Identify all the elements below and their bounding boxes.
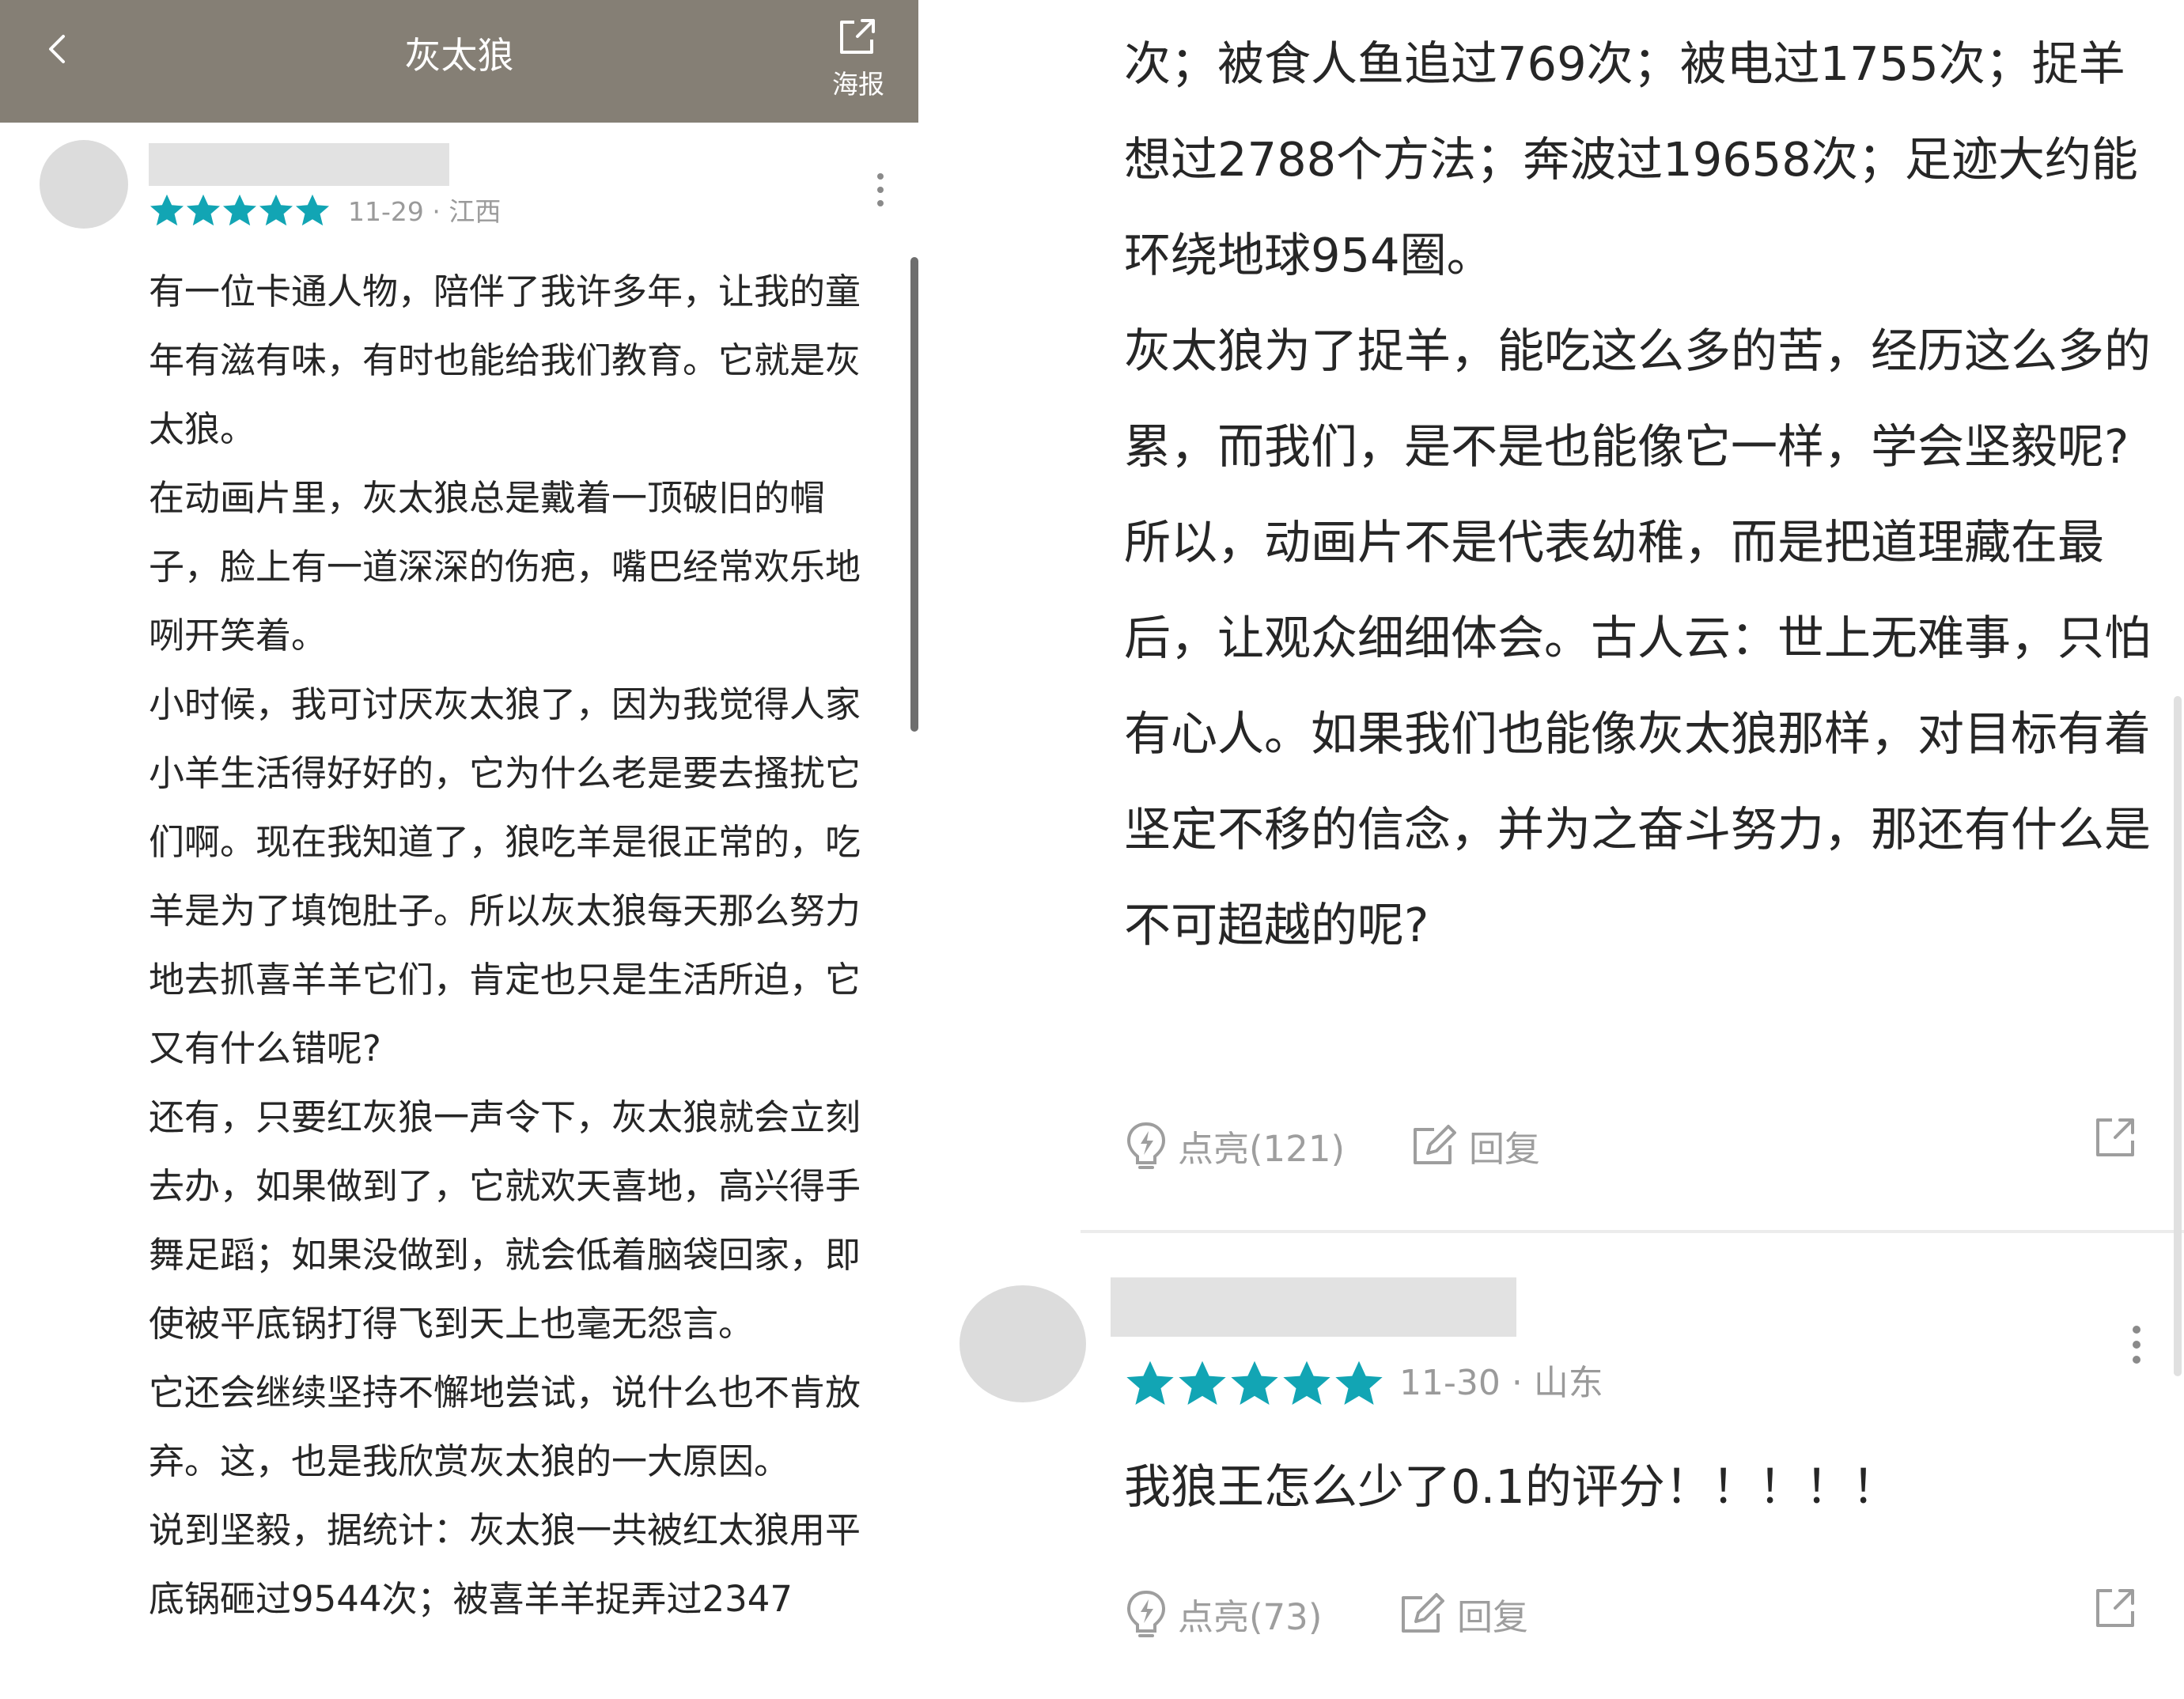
comment-divider: [1081, 1230, 2184, 1233]
like-button[interactable]: 点亮(73): [1124, 1582, 1322, 1645]
username-placeholder[interactable]: [149, 143, 449, 186]
reply-label: 回复: [1469, 1127, 1541, 1170]
rating-stars: [149, 193, 331, 228]
right-panel: 次；被食人鱼追过769次；被电过1755次；捉羊想过2788个方法；奔波过196…: [942, 0, 2184, 1699]
lightbulb-icon: [1126, 1590, 1166, 1637]
review-paragraph: 说到坚毅，据统计：灰太狼一共被红太狼用平底锅砸过9544次；被喜羊羊捉弄过234…: [149, 1509, 861, 1620]
star-icon: [1179, 1360, 1226, 1405]
left-panel: 灰太狼 海报 11-29 · 江西 有一位卡通人物，陪伴了我许多年，让我的童年有…: [0, 0, 918, 1699]
scrollbar-thumb[interactable]: [910, 257, 918, 732]
page-title: 灰太狼: [404, 34, 514, 77]
like-count: 点亮(73): [1178, 1595, 1323, 1638]
review-paragraph: 有一位卡通人物，陪伴了我许多年，让我的童年有滋有味，有时也能给我们教育。它就是灰…: [149, 271, 861, 450]
scrollbar-thumb[interactable]: [2174, 696, 2182, 1376]
like-count: 点亮(121): [1178, 1127, 1346, 1170]
lightbulb-icon: [1126, 1122, 1166, 1169]
star-icon: [186, 194, 221, 226]
reply-button[interactable]: 回复: [1397, 1582, 1528, 1645]
review-date-location: 11-29 · 江西: [348, 196, 502, 227]
more-options-icon[interactable]: [2129, 1322, 2144, 1367]
review-paragraph: 所以，动画片不是代表幼稚，而是把道理藏在最后，让观众细细体会。古人云：世上无难事…: [1124, 515, 2152, 952]
reply-button[interactable]: 回复: [1409, 1114, 1540, 1177]
edit-icon: [1414, 1125, 1456, 1164]
review-paragraph: 小时候，我可讨厌灰太狼了，因为我觉得人家小羊生活得好好的，它为什么老是要去搔扰它…: [149, 683, 861, 1069]
like-button[interactable]: 点亮(121): [1124, 1114, 1345, 1177]
share-icon[interactable]: [837, 16, 878, 57]
star-icon: [222, 194, 257, 226]
star-icon: [1126, 1360, 1174, 1405]
star-icon: [1283, 1360, 1330, 1405]
more-options-icon[interactable]: [874, 170, 887, 210]
review-paragraph: 还有，只要红灰狼一声令下，灰太狼就会立刻去办，如果做到了，它就欢天喜地，高兴得手…: [149, 1096, 861, 1345]
rating-stars: [1124, 1359, 1385, 1408]
review-paragraph: 它还会继续坚持不懈地尝试，说什么也不肯放弃。这，也是我欣赏灰太狼的一大原因。: [149, 1372, 861, 1482]
edit-icon: [1402, 1593, 1444, 1633]
share-icon[interactable]: [2093, 1586, 2137, 1630]
review-body-continued: 次；被食人鱼追过769次；被电过1755次；捉羊想过2788个方法；奔波过196…: [1124, 16, 2152, 973]
top-bar: 灰太狼 海报: [0, 0, 918, 123]
share-icon[interactable]: [2093, 1115, 2137, 1160]
review-paragraph: 次；被食人鱼追过769次；被电过1755次；捉羊想过2788个方法；奔波过196…: [1124, 36, 2138, 282]
star-icon: [295, 194, 330, 226]
reply-label: 回复: [1457, 1595, 1529, 1638]
avatar[interactable]: [960, 1285, 1086, 1402]
review-body: 有一位卡通人物，陪伴了我许多年，让我的童年有滋有味，有时也能给我们教育。它就是灰…: [149, 257, 884, 1633]
star-icon: [150, 194, 184, 226]
review-paragraph: 灰太狼为了捉羊，能吃这么多的苦，经历这么多的累，而我们，是不是也能像它一样，学会…: [1124, 324, 2152, 474]
review-body: 我狼王怎么少了0.1的评分！！！！！: [1124, 1459, 1898, 1514]
star-icon: [259, 194, 293, 226]
review-date-location: 11-30 · 山东: [1399, 1363, 1603, 1403]
poster-button[interactable]: 海报: [807, 63, 910, 101]
review-paragraph: 在动画片里，灰太狼总是戴着一顶破旧的帽子，脸上有一道深深的伤疤，嘴巴经常欢乐地咧…: [149, 477, 861, 657]
username-placeholder[interactable]: [1111, 1277, 1516, 1337]
star-icon: [1335, 1360, 1383, 1405]
star-icon: [1231, 1360, 1278, 1405]
avatar[interactable]: [40, 140, 128, 229]
